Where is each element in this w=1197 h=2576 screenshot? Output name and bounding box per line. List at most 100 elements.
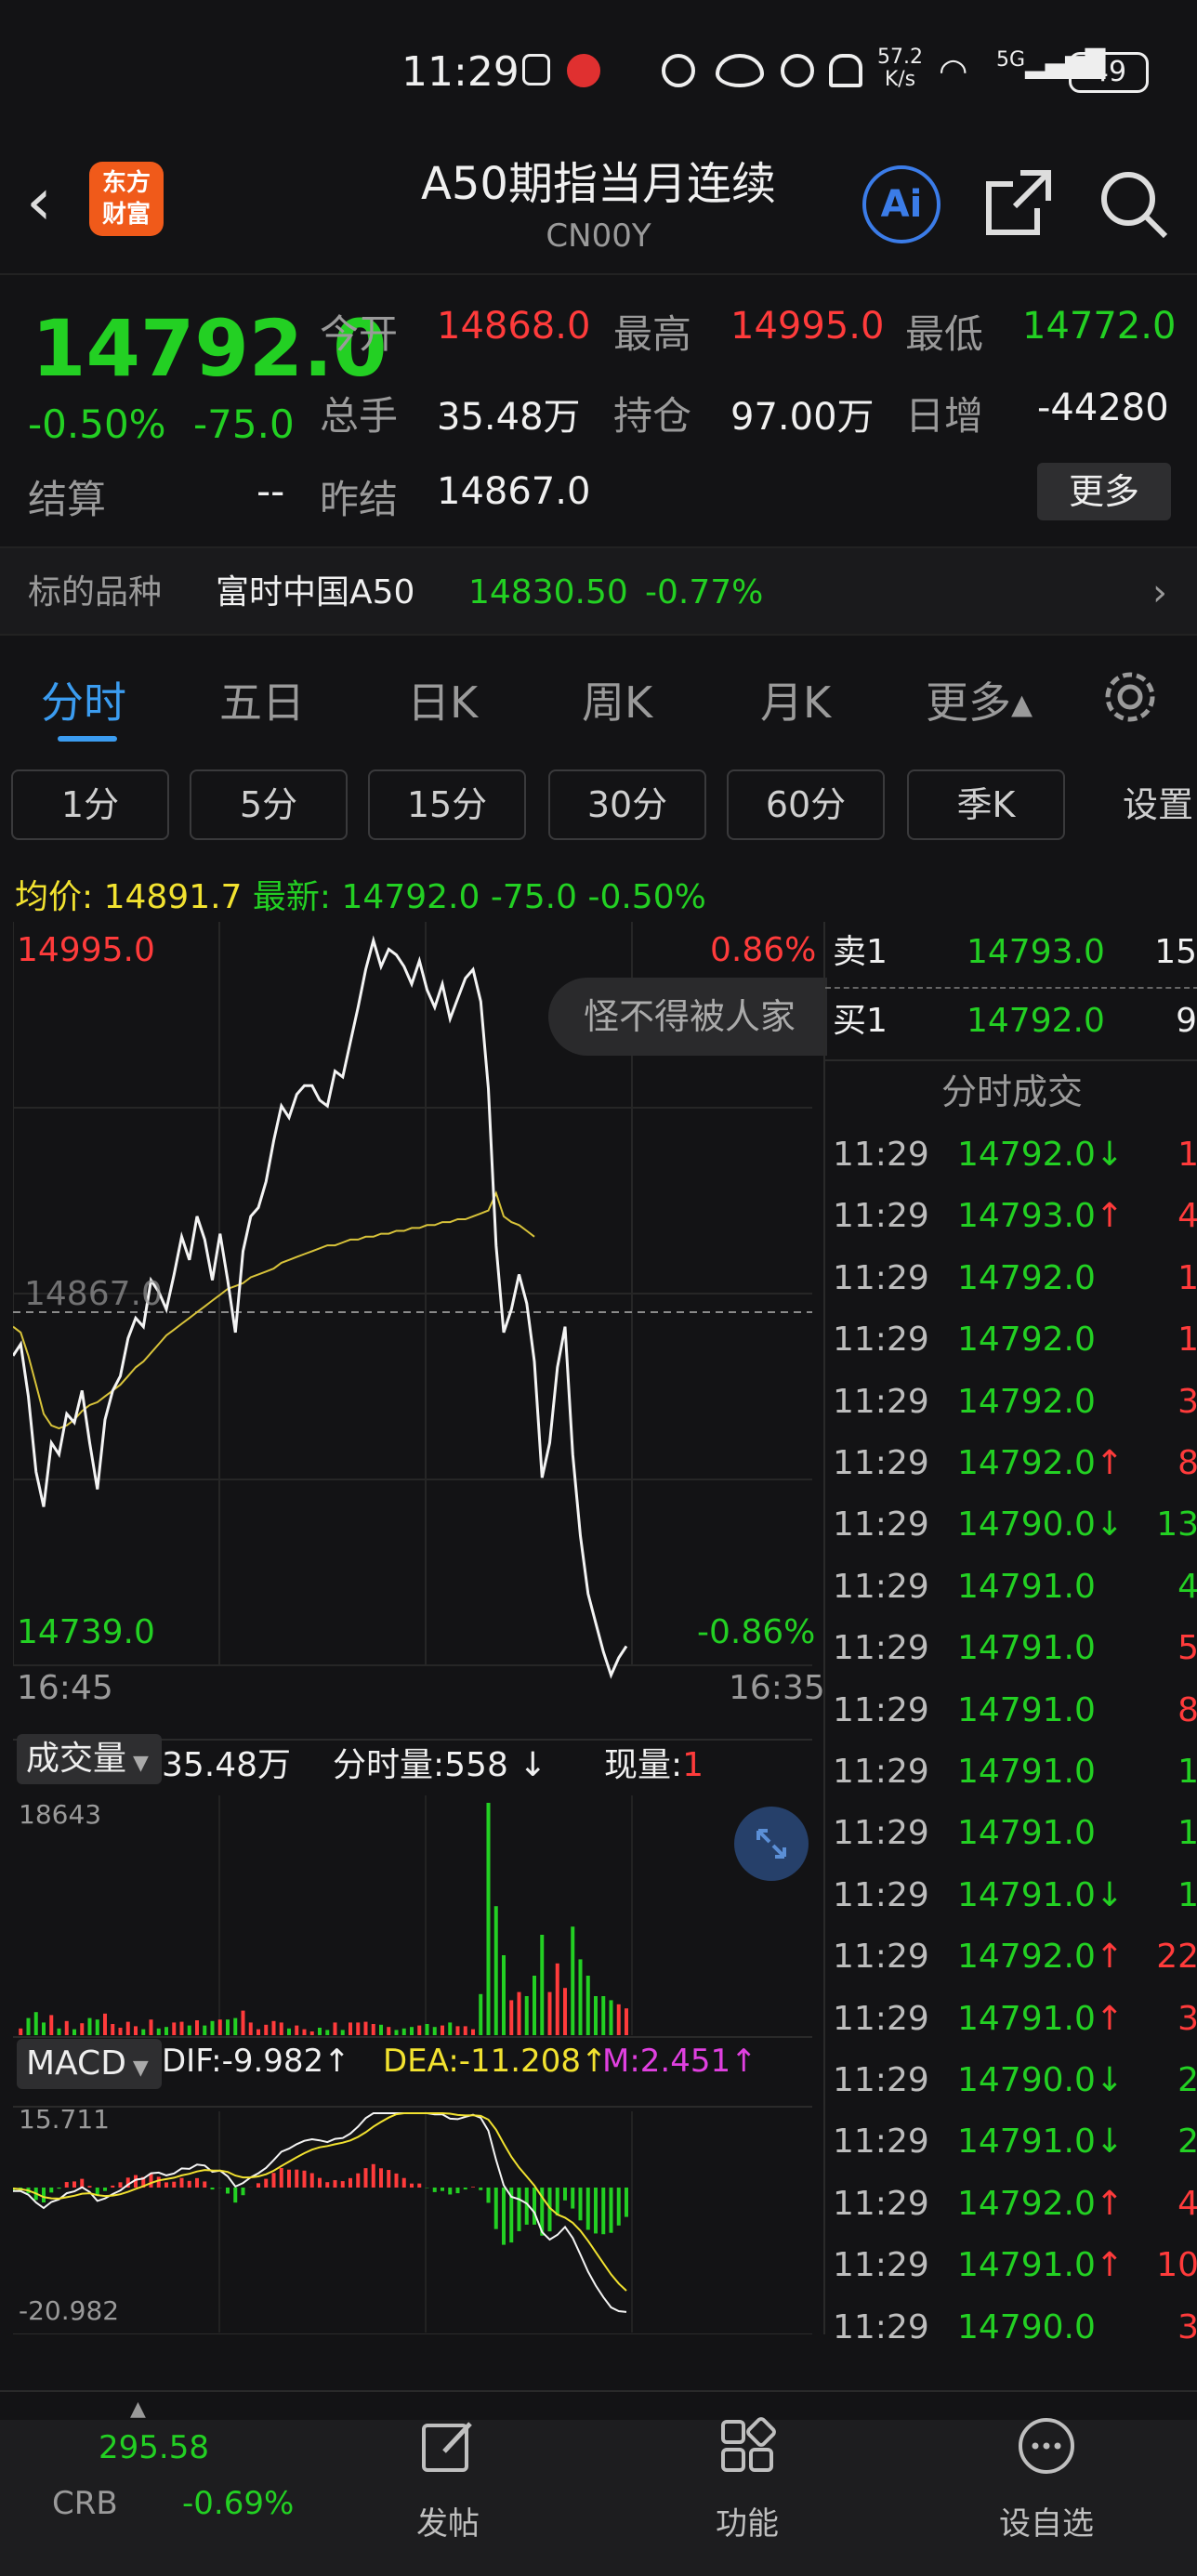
underlying-change: -0.77%: [645, 573, 764, 611]
volume-bar: [371, 2024, 375, 2035]
logo-text-bottom: 财富: [101, 201, 151, 229]
arrow-up-icon: ↑: [1095, 1444, 1125, 1482]
tab-monthly-k[interactable]: 月K: [760, 669, 831, 730]
app-logo[interactable]: 东方 财富: [89, 162, 164, 236]
watchlist-button[interactable]: 设自选: [954, 2416, 1139, 2543]
fullscreen-icon[interactable]: [734, 1807, 809, 1881]
macd-bar: [309, 2173, 314, 2188]
macd-bar: [387, 2170, 391, 2188]
macd-bar: [455, 2188, 460, 2194]
arrow-up-icon: ↑: [1095, 2184, 1125, 2223]
back-icon[interactable]: ‹: [26, 169, 52, 234]
bid-price: 14792.0: [967, 1002, 1105, 1040]
volume-bar: [80, 2023, 85, 2035]
order-book-panel: 卖1 14793.0 15 买1 14792.0 9 分时成交 11:29 147…: [823, 922, 1197, 2346]
volume-bar: [19, 2028, 23, 2035]
functions-button[interactable]: 功能: [654, 2416, 840, 2543]
crb-label[interactable]: CRB: [52, 2485, 118, 2522]
macd-bar: [80, 2178, 85, 2188]
volume-bar: [26, 2017, 31, 2035]
trade-volume: 5: [1177, 1629, 1197, 1668]
more-quote-button[interactable]: 更多: [1037, 463, 1171, 520]
macd-bar: [233, 2188, 238, 2203]
macd-bar: [156, 2176, 161, 2188]
period-30min[interactable]: 30分: [548, 769, 706, 840]
macd-bar: [585, 2188, 590, 2230]
volume-bar: [295, 2025, 299, 2035]
search-icon[interactable]: [1097, 167, 1171, 242]
period-5min[interactable]: 5分: [190, 769, 348, 840]
crb-value[interactable]: 295.58: [99, 2429, 209, 2466]
tab-daily-k[interactable]: 日K: [407, 669, 478, 730]
period-1min[interactable]: 1分: [11, 769, 169, 840]
volume-bar: [226, 2019, 230, 2035]
share-icon[interactable]: [983, 167, 1054, 238]
trade-volume: 1: [1177, 1814, 1197, 1853]
down-arrow-icon: ↓: [519, 1746, 547, 1784]
macd-bar: [295, 2169, 299, 2188]
underlying-row[interactable]: 标的品种 富时中国A50 14830.50 -0.77% ›: [0, 546, 1197, 636]
volume-bar: [524, 1996, 529, 2035]
volume-bar: [241, 2010, 245, 2035]
crb-change[interactable]: -0.69%: [182, 2485, 294, 2522]
tab-more[interactable]: 更多▴: [926, 669, 1033, 730]
macd-bar: [578, 2188, 583, 2221]
period-60min[interactable]: 60分: [727, 769, 885, 840]
volume-bar: [95, 2019, 99, 2035]
trade-volume: 1: [1177, 1753, 1197, 1791]
volume-bar: [248, 2022, 253, 2035]
macd-bar: [271, 2173, 276, 2188]
period-settings[interactable]: 设置: [1123, 769, 1193, 840]
trade-row: 11:29 14792.0 3: [833, 1372, 1197, 1433]
volume-bar: [594, 1996, 598, 2035]
trade-volume: 13: [1156, 1505, 1197, 1544]
period-15min[interactable]: 15分: [368, 769, 526, 840]
expand-arrows: [756, 1829, 786, 1859]
macd-bar: [394, 2173, 399, 2188]
tab-intraday[interactable]: 分时: [41, 669, 126, 730]
period-selector: 1分 5分 15分 30分 60分 季K 设置: [0, 762, 1197, 846]
volume-indicator-select[interactable]: 成交量 ▼: [17, 1734, 162, 1784]
avg-info-line: 均价: 14891.7 最新: 14792.0 -75.0 -0.50%: [15, 870, 706, 918]
ai-assistant-button[interactable]: Ai: [862, 165, 940, 243]
volume-bar: [72, 2029, 76, 2035]
prev-settle-label: 昨结: [320, 477, 399, 522]
ask-price: 14793.0: [967, 933, 1105, 971]
macd-bar: [502, 2188, 506, 2245]
bottom-nav: ▲ 295.58 CRB -0.69% 发帖 功能 设自选: [0, 2390, 1197, 2576]
volume-bar: [125, 2021, 130, 2035]
volume-bar: [463, 2026, 467, 2035]
trade-price: 14792.0: [957, 1382, 1096, 1421]
tab-five-day[interactable]: 五日: [219, 669, 305, 730]
bid-row[interactable]: 买1 14792.0 9: [833, 991, 1197, 1052]
volume-bar: [302, 2029, 307, 2035]
volume-bar: [471, 2029, 475, 2035]
tab-weekly-k[interactable]: 周K: [582, 669, 652, 730]
macd-indicator-select[interactable]: MACD ▼: [17, 2039, 162, 2089]
grid-icon: [721, 2417, 776, 2472]
macd-bar: [333, 2180, 337, 2188]
macd-bar: [164, 2182, 168, 2188]
trade-price: 14791.0↓: [957, 1875, 1125, 1914]
trade-time: 11:29: [833, 1690, 929, 1729]
volume-value: 35.48万: [437, 396, 581, 439]
trade-volume: 8: [1177, 1444, 1197, 1482]
volume-bar: [64, 2020, 69, 2035]
arrow-up-icon: ↑: [1095, 1999, 1125, 2038]
volume-bar: [33, 2012, 38, 2035]
post-label: 发帖: [416, 2505, 480, 2543]
functions-label: 功能: [716, 2505, 779, 2543]
volume-bar: [601, 1996, 606, 2035]
ask-row[interactable]: 卖1 14793.0 15: [833, 922, 1197, 983]
volume-bar: [111, 2024, 115, 2035]
period-quarter-k[interactable]: 季K: [907, 769, 1065, 840]
post-button[interactable]: 发帖: [355, 2416, 541, 2543]
settings-gear-icon[interactable]: [1100, 667, 1160, 727]
macd-bar: [256, 2183, 260, 2188]
oi-change-label: 日增: [905, 393, 984, 439]
collapse-arrow-icon[interactable]: ▲: [130, 2398, 146, 2421]
dea-text: DEA:-11.208: [383, 2043, 582, 2080]
arrow-down-icon: ↓: [1095, 2123, 1125, 2162]
volume-bar: [156, 2028, 161, 2035]
intraday-chart[interactable]: 14995.0 0.86% 怪不得被人家 14867.0 14739.0 -0.…: [13, 922, 827, 2334]
